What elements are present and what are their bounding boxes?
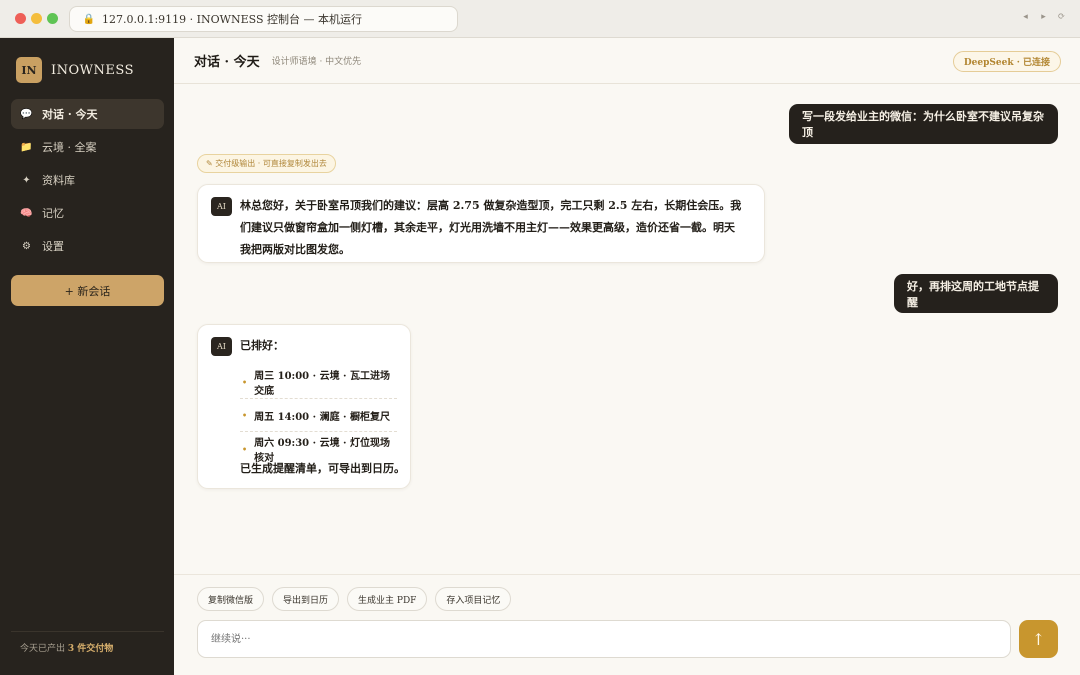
schedule-item: • 周三 10:00 · 云境 · 瓦工进场交底: [240, 366, 397, 399]
browser-titlebar: 🔒 127.0.0.1:9119 · INOWNESS 控制台 — 本机运行 ◂…: [0, 0, 1080, 38]
sidebar-item-memory[interactable]: 🧠 记忆: [11, 198, 164, 228]
schedule-item-text: 周六 09:30 · 云境 · 灯位现场核对: [254, 437, 391, 464]
sidebar-nav: 💬 对话 · 今天 📁 云境 · 全案 ✦ 资料库 🧠 记忆 ⚙ 设置: [11, 99, 164, 264]
user-message-text: 好，再排这周的工地节点提醒: [907, 279, 1039, 309]
page-subtitle: 设计师语境 · 中文优先: [271, 57, 362, 67]
bullet-icon: •: [242, 377, 248, 387]
sidebar-divider: [11, 631, 164, 632]
back-icon[interactable]: ◂: [1021, 12, 1030, 22]
sidebar-item-settings[interactable]: ⚙ 设置: [11, 231, 164, 261]
ai-avatar: AI: [211, 197, 232, 216]
schedule-item-text: 周三 10:00 · 云境 · 瓦工进场交底: [254, 371, 391, 397]
schedule-list: • 周三 10:00 · 云境 · 瓦工进场交底 • 周五 14:00 · 澜庭…: [240, 366, 397, 465]
address-bar[interactable]: 🔒 127.0.0.1:9119 · INOWNESS 控制台 — 本机运行: [69, 6, 458, 32]
brand-logo: IN: [16, 57, 42, 83]
minimize-window-button[interactable]: [31, 13, 42, 24]
sidebar-item-chat-today[interactable]: 💬 对话 · 今天: [11, 99, 164, 129]
send-button[interactable]: ↑: [1019, 620, 1058, 658]
sidebar-item-yunjing-project[interactable]: 📁 云境 · 全案: [11, 132, 164, 162]
generate-pdf-chip[interactable]: 生成业主 PDF: [347, 587, 428, 611]
sidebar-item-label: 记忆: [42, 207, 64, 220]
bullet-icon: •: [242, 410, 248, 420]
reload-icon[interactable]: ⟳: [1057, 12, 1066, 22]
composer-divider: [174, 574, 1080, 575]
sidebar: IN INOWNESS 💬 对话 · 今天 📁 云境 · 全案 ✦ 资料库 🧠 …: [0, 38, 174, 675]
output-summary: 今天已产出 3 件交付物: [20, 641, 113, 654]
ai-message-intro: 已排好：: [240, 339, 284, 352]
chat-header: 对话 · 今天 设计师语境 · 中文优先 DeepSeek · 已连接: [174, 38, 1080, 84]
sidebar-item-label: 资料库: [42, 174, 75, 187]
sparkle-icon: ✦: [22, 174, 31, 186]
sidebar-item-library[interactable]: ✦ 资料库: [11, 165, 164, 195]
output-summary-count: 3 件交付物: [67, 644, 114, 654]
brain-icon: 🧠: [20, 207, 33, 219]
deliverable-tag: ✎ 交付级输出 · 可直接复制发出去: [197, 154, 336, 173]
browser-nav-controls: ◂ ▸ ⟳: [1021, 12, 1066, 22]
brand: IN INOWNESS: [16, 57, 134, 83]
ai-message: AI 已排好： • 周三 10:00 · 云境 · 瓦工进场交底 • 周五 14…: [197, 324, 411, 489]
main-panel: 对话 · 今天 设计师语境 · 中文优先 DeepSeek · 已连接 写一段发…: [174, 38, 1080, 675]
folder-icon: 📁: [20, 141, 33, 153]
sidebar-item-label: 对话 · 今天: [42, 108, 98, 121]
ai-message-footer: 已生成提醒清单，可导出到日历。: [240, 462, 405, 475]
bullet-icon: •: [242, 443, 248, 454]
connection-status-badge[interactable]: DeepSeek · 已连接: [952, 51, 1061, 72]
close-window-button[interactable]: [15, 13, 26, 24]
chat-bubble-icon: 💬: [20, 108, 33, 120]
sidebar-item-label: 设置: [42, 240, 64, 253]
user-message: 好，再排这周的工地节点提醒: [894, 274, 1058, 313]
brand-name: INOWNESS: [51, 62, 134, 78]
save-memory-chip[interactable]: 存入项目记忆: [435, 587, 512, 611]
quick-actions: 复制微信版 导出到日历 生成业主 PDF 存入项目记忆: [197, 587, 512, 611]
sidebar-item-label: 云境 · 全案: [42, 141, 97, 154]
ai-message: AI 林总您好，关于卧室吊顶我们的建议：层高 2.75 做复杂造型顶，完工只剩 …: [197, 184, 765, 263]
message-input[interactable]: [197, 620, 1011, 658]
maximize-window-button[interactable]: [47, 13, 58, 24]
forward-icon[interactable]: ▸: [1039, 12, 1048, 22]
output-summary-prefix: 今天已产出: [20, 644, 66, 654]
schedule-item-text: 周五 14:00 · 澜庭 · 橱柜复尺: [254, 411, 391, 423]
url-text: 127.0.0.1:9119 · INOWNESS 控制台 — 本机运行: [102, 13, 362, 26]
lock-icon: 🔒: [82, 13, 96, 25]
user-message: 写一段发给业主的微信：为什么卧室不建议吊复杂顶: [789, 104, 1058, 144]
gear-icon: ⚙: [22, 240, 31, 252]
ai-message-text: 林总您好，关于卧室吊顶我们的建议：层高 2.75 做复杂造型顶，完工只剩 2.5…: [240, 199, 742, 256]
export-calendar-chip[interactable]: 导出到日历: [272, 587, 340, 611]
copy-wechat-chip[interactable]: 复制微信版: [197, 587, 265, 611]
user-message-text: 写一段发给业主的微信：为什么卧室不建议吊复杂顶: [802, 110, 1044, 139]
app-window: 🔒 127.0.0.1:9119 · INOWNESS 控制台 — 本机运行 ◂…: [0, 0, 1080, 675]
ai-avatar: AI: [211, 337, 232, 356]
new-session-button[interactable]: + 新会话: [11, 275, 164, 306]
arrow-up-icon: ↑: [1031, 629, 1046, 649]
schedule-item: • 周五 14:00 · 澜庭 · 橱柜复尺: [240, 399, 397, 432]
page-title: 对话 · 今天: [194, 55, 260, 70]
